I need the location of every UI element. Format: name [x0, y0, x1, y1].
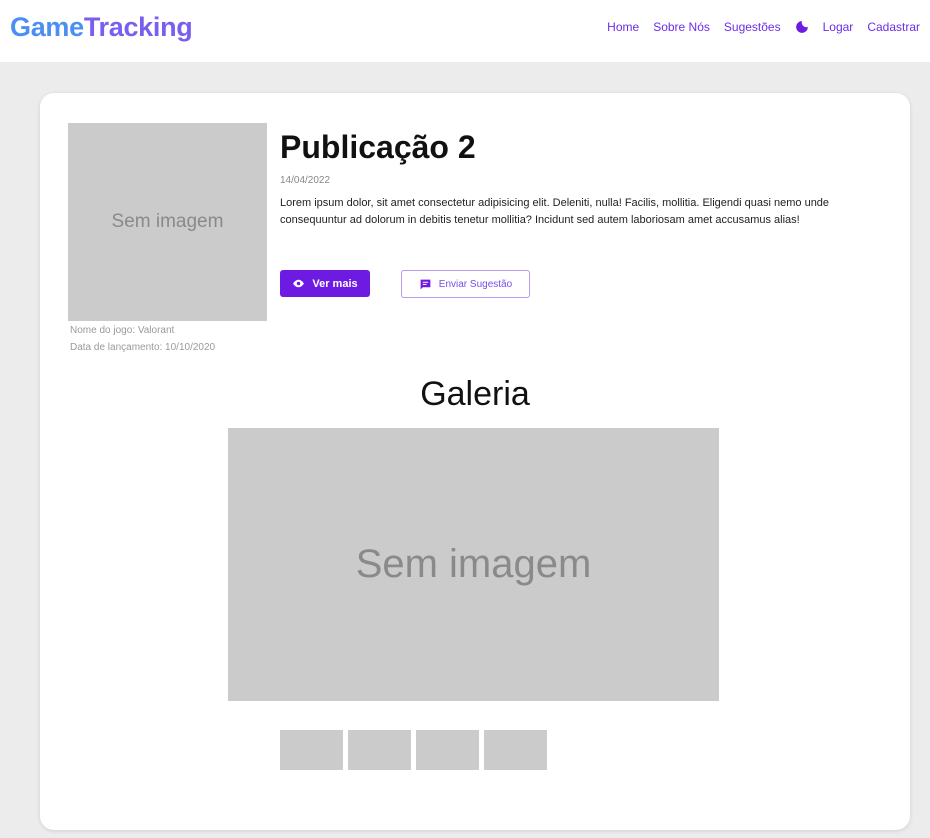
gallery-title: Galeria — [420, 375, 530, 413]
feedback-icon — [420, 279, 431, 289]
logo[interactable]: GameTracking — [10, 12, 193, 43]
logo-part-2: Tracking — [83, 12, 193, 42]
logo-part-1: Game — [10, 12, 84, 42]
cover-placeholder-text: Sem imagem — [111, 211, 224, 232]
game-name: Nome do jogo: Valorant — [70, 325, 175, 336]
gallery-thumbnail[interactable] — [348, 730, 411, 770]
cover-image-placeholder: Sem imagem — [68, 123, 267, 321]
send-suggestion-button[interactable]: Enviar Sugestão — [401, 270, 530, 298]
nav-links: Home Sobre Nós Sugestões Logar Cadastrar — [607, 20, 920, 34]
post-date: 14/04/2022 — [280, 175, 331, 186]
release-date: Data de lançamento: 10/10/2020 — [70, 342, 216, 353]
nav-link-suggestions[interactable]: Sugestões — [724, 20, 781, 34]
gallery-thumbnail[interactable] — [416, 730, 479, 770]
game-meta: Nome do jogo: Valorant Data de lançament… — [70, 322, 215, 356]
gallery-thumbnail[interactable] — [484, 730, 547, 770]
post-description: Lorem ipsum dolor, sit amet consectetur … — [280, 197, 830, 226]
moon-icon[interactable] — [795, 20, 809, 34]
nav-link-about[interactable]: Sobre Nós — [653, 20, 710, 34]
post-card: Sem imagem Nome do jogo: Valorant Data d… — [40, 93, 910, 830]
nav-link-register[interactable]: Cadastrar — [867, 20, 920, 34]
eye-icon — [293, 279, 305, 288]
view-more-label: Ver mais — [312, 277, 358, 290]
nav-link-home[interactable]: Home — [607, 20, 639, 34]
gallery-main-image: Sem imagem — [228, 428, 719, 701]
gallery-thumbnails — [280, 730, 552, 770]
nav-link-login[interactable]: Logar — [823, 20, 854, 34]
gallery-thumbnail[interactable] — [280, 730, 343, 770]
gallery-placeholder-text: Sem imagem — [355, 542, 592, 586]
post-title: Publicação 2 — [280, 129, 476, 165]
send-suggestion-label: Enviar Sugestão — [438, 278, 513, 290]
navbar: GameTracking Home Sobre Nós Sugestões Lo… — [0, 0, 930, 62]
view-more-button[interactable]: Ver mais — [280, 270, 370, 297]
